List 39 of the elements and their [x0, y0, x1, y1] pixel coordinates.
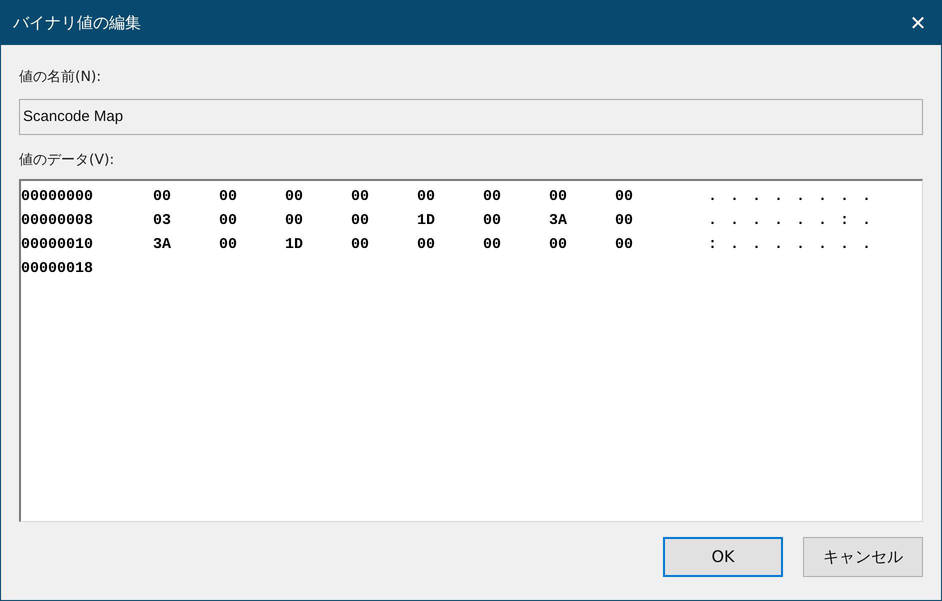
hex-byte: 00: [285, 210, 304, 231]
hex-byte: 1D: [417, 210, 436, 231]
dialog-button[interactable]: キャンセル: [803, 537, 923, 577]
hex-byte: 00: [483, 210, 502, 231]
hex-byte: 00: [417, 234, 436, 255]
ascii-text: ......:.: [708, 210, 884, 231]
offset-text: 00000018: [21, 258, 94, 279]
close-button[interactable]: ✕: [895, 1, 941, 45]
hex-byte: 3A: [549, 210, 568, 231]
offset-text: 00000000: [21, 186, 94, 207]
hex-byte: 00: [615, 186, 634, 207]
hex-byte: 00: [351, 210, 370, 231]
hex-byte: 00: [483, 186, 502, 207]
hex-byte: 00: [351, 186, 370, 207]
field-label: 値のデータ(V):: [19, 151, 114, 170]
hex-byte: 00: [549, 186, 568, 207]
hex-byte: 00: [549, 234, 568, 255]
hex-byte: 00: [285, 186, 304, 207]
ascii-text: ........: [708, 186, 884, 207]
hex-byte: 00: [219, 186, 238, 207]
name-field[interactable]: Scancode Map: [19, 99, 923, 135]
hex-byte: 00: [219, 234, 238, 255]
hex-byte: 00: [615, 234, 634, 255]
hex-byte: 00: [483, 234, 502, 255]
offset-text: 00000008: [21, 210, 94, 231]
binary-data-editor[interactable]: 00000000 00 00 00 00 00 00 00 00 ........ 00000008 03 00 00 00 1D 00 3A 00 ......:. 00000010 3A 00 1D 00 00 00 00 00 :....... 00000018: [19, 179, 923, 522]
hex-byte: 00: [351, 234, 370, 255]
hex-byte: 00: [417, 186, 436, 207]
hex-byte: 00: [219, 210, 238, 231]
hex-byte: 00: [615, 210, 634, 231]
ascii-text: :.......: [708, 234, 884, 255]
dialog-button[interactable]: OK: [663, 537, 783, 577]
hex-byte: 00: [153, 186, 172, 207]
window-title: バイナリ値の編集: [13, 12, 141, 34]
offset-text: 00000010: [21, 234, 94, 255]
hex-byte: 03: [153, 210, 172, 231]
hex-byte: 3A: [153, 234, 172, 255]
field-label: 値の名前(N):: [19, 68, 102, 87]
hex-byte: 1D: [285, 234, 304, 255]
